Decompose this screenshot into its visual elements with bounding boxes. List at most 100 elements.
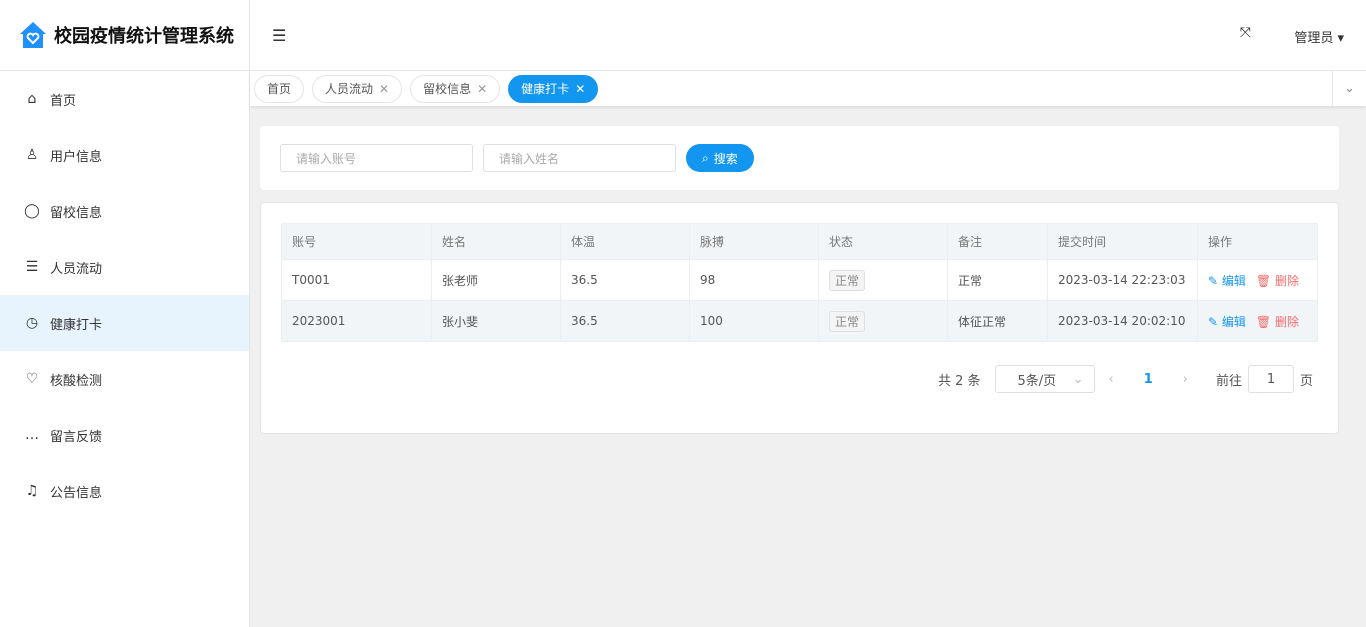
app-title: 校园疫情统计管理系统: [54, 22, 234, 48]
sidebar-item-1[interactable]: ♙用户信息: [0, 127, 249, 183]
sidebar-item-5[interactable]: ♡ 核酸检测: [0, 351, 249, 407]
sidebar-item-label: 留校信息: [50, 202, 102, 221]
fullscreen-icon[interactable]: ⤧: [1240, 25, 1251, 41]
sidebar-item-6[interactable]: … 留言反馈: [0, 407, 249, 463]
goto-page-input[interactable]: 1: [1248, 365, 1294, 393]
cell-name: 张老师: [432, 260, 561, 301]
status-badge: 正常: [829, 270, 865, 291]
column-header: 备注: [948, 224, 1048, 260]
column-header: 状态: [819, 224, 948, 260]
prev-page-icon[interactable]: ‹: [1109, 372, 1114, 387]
cell-actions: ✎ 编辑 🗑 删除: [1198, 301, 1318, 342]
user-name: 管理员: [1294, 31, 1333, 46]
cell-pulse: 98: [690, 260, 819, 301]
tab-flow[interactable]: 人员流动 ✕: [312, 75, 402, 103]
account-search-input[interactable]: 请输入账号: [280, 144, 473, 172]
trash-icon: 🗑: [1256, 315, 1271, 329]
cell-temp: 36.5: [561, 260, 690, 301]
sidebar-item-0[interactable]: ⌂首页: [0, 71, 249, 127]
menu-icon: ☰: [24, 259, 40, 275]
close-icon[interactable]: ✕: [575, 82, 585, 96]
menu-toggle-icon[interactable]: ☰: [272, 26, 286, 45]
sidebar-item-label: 公告信息: [50, 482, 102, 501]
page-size-select[interactable]: 5条/页 ⌄: [995, 365, 1095, 393]
cell-status: 正常: [819, 301, 948, 342]
edit-label: 编辑: [1222, 315, 1246, 329]
user-dropdown[interactable]: 管理员 ▾: [1294, 27, 1344, 46]
tab-label: 首页: [267, 80, 291, 97]
chevron-down-icon: ⌄: [1073, 372, 1084, 387]
column-header: 姓名: [432, 224, 561, 260]
total-count: 共 2 条: [938, 370, 981, 389]
header: ☰ ⤧ 管理员 ▾: [250, 0, 1366, 71]
pagination: 共 2 条 5条/页⌄ ‹ 1 › 前往 1 页: [938, 365, 1313, 393]
delete-button[interactable]: 🗑 删除: [1256, 274, 1299, 288]
edit-icon: ✎: [1208, 315, 1218, 329]
column-header: 脉搏: [690, 224, 819, 260]
edit-button[interactable]: ✎ 编辑: [1208, 315, 1246, 329]
cell-pulse: 100: [690, 301, 819, 342]
tab-home[interactable]: 首页: [254, 75, 304, 103]
search-label: 搜索: [714, 150, 738, 167]
cell-actions: ✎ 编辑 🗑 删除: [1198, 260, 1318, 301]
close-icon[interactable]: ✕: [379, 82, 389, 96]
column-header: 操作: [1198, 224, 1318, 260]
sidebar-item-3[interactable]: ☰ 人员流动: [0, 239, 249, 295]
tab-label: 健康打卡: [521, 80, 569, 97]
sidebar-item-label: 人员流动: [50, 258, 102, 277]
next-page-icon[interactable]: ›: [1183, 372, 1188, 387]
logo: 校园疫情统计管理系统: [0, 0, 249, 71]
menu-icon: …: [24, 427, 40, 443]
tab-stay[interactable]: 留校信息 ✕: [410, 75, 500, 103]
table-row: 2023001 张小斐 36.5 100 正常 体征正常 2023-03-14 …: [282, 301, 1318, 342]
menu-icon: ♡: [24, 371, 40, 387]
close-icon[interactable]: ✕: [477, 82, 487, 96]
house-logo-icon: [18, 20, 48, 50]
edit-button[interactable]: ✎ 编辑: [1208, 274, 1246, 288]
cell-note: 正常: [948, 260, 1048, 301]
column-header: 体温: [561, 224, 690, 260]
sidebar-item-4[interactable]: ◷ 健康打卡: [0, 295, 249, 351]
cell-status: 正常: [819, 260, 948, 301]
sidebar-item-label: 健康打卡: [50, 314, 102, 333]
menu-icon: ◷: [24, 315, 40, 331]
tab-label: 留校信息: [423, 80, 471, 97]
menu-icon: ♫: [24, 483, 40, 499]
page-size-value: 5条/页: [1018, 370, 1057, 389]
page-number[interactable]: 1: [1144, 372, 1153, 387]
cell-name: 张小斐: [432, 301, 561, 342]
sidebar-item-label: 用户信息: [50, 146, 102, 165]
sidebar-item-label: 留言反馈: [50, 426, 102, 445]
menu-icon: ◯: [24, 203, 40, 219]
cell-account: 2023001: [282, 301, 432, 342]
cell-temp: 36.5: [561, 301, 690, 342]
tabs-dropdown-chevron-icon[interactable]: ⌄: [1332, 71, 1366, 106]
search-button[interactable]: ⌕ 搜索: [686, 144, 754, 172]
table-row: T0001 张老师 36.5 98 正常 正常 2023-03-14 22:23…: [282, 260, 1318, 301]
edit-icon: ✎: [1208, 274, 1218, 288]
delete-label: 删除: [1275, 274, 1299, 288]
search-card: 请输入账号 请输入姓名 ⌕ 搜索: [260, 126, 1339, 190]
cell-note: 体征正常: [948, 301, 1048, 342]
tab-health[interactable]: 健康打卡 ✕: [508, 75, 598, 103]
tab-label: 人员流动: [325, 80, 373, 97]
trash-icon: 🗑: [1256, 274, 1271, 288]
page-suffix: 页: [1300, 370, 1313, 389]
delete-button[interactable]: 🗑 删除: [1256, 315, 1299, 329]
cell-account: T0001: [282, 260, 432, 301]
name-search-input[interactable]: 请输入姓名: [483, 144, 676, 172]
sidebar: 校园疫情统计管理系统 ⌂首页♙用户信息 ◯ 留校信息 ☰ 人员流动 ◷ 健康打卡 ♡ 核酸检测 ……: [0, 0, 250, 627]
column-header: 提交时间: [1048, 224, 1198, 260]
delete-label: 删除: [1275, 315, 1299, 329]
table-card: 账号姓名体温脉搏状态备注提交时间操作 T0001 张老师 36.5 98 正常 …: [260, 202, 1339, 434]
search-icon: ⌕: [702, 151, 709, 166]
caret-down-icon: ▾: [1337, 31, 1344, 46]
sidebar-item-label: 核酸检测: [50, 370, 102, 389]
menu-icon: ⌂: [24, 91, 40, 107]
tabs-bar: 首页 人员流动 ✕ 留校信息 ✕ 健康打卡 ✕ ⌄: [250, 71, 1366, 106]
sidebar-item-2[interactable]: ◯ 留校信息: [0, 183, 249, 239]
cell-time: 2023-03-14 20:02:10: [1048, 301, 1198, 342]
sidebar-item-7[interactable]: ♫ 公告信息: [0, 463, 249, 519]
cell-time: 2023-03-14 22:23:03: [1048, 260, 1198, 301]
edit-label: 编辑: [1222, 274, 1246, 288]
